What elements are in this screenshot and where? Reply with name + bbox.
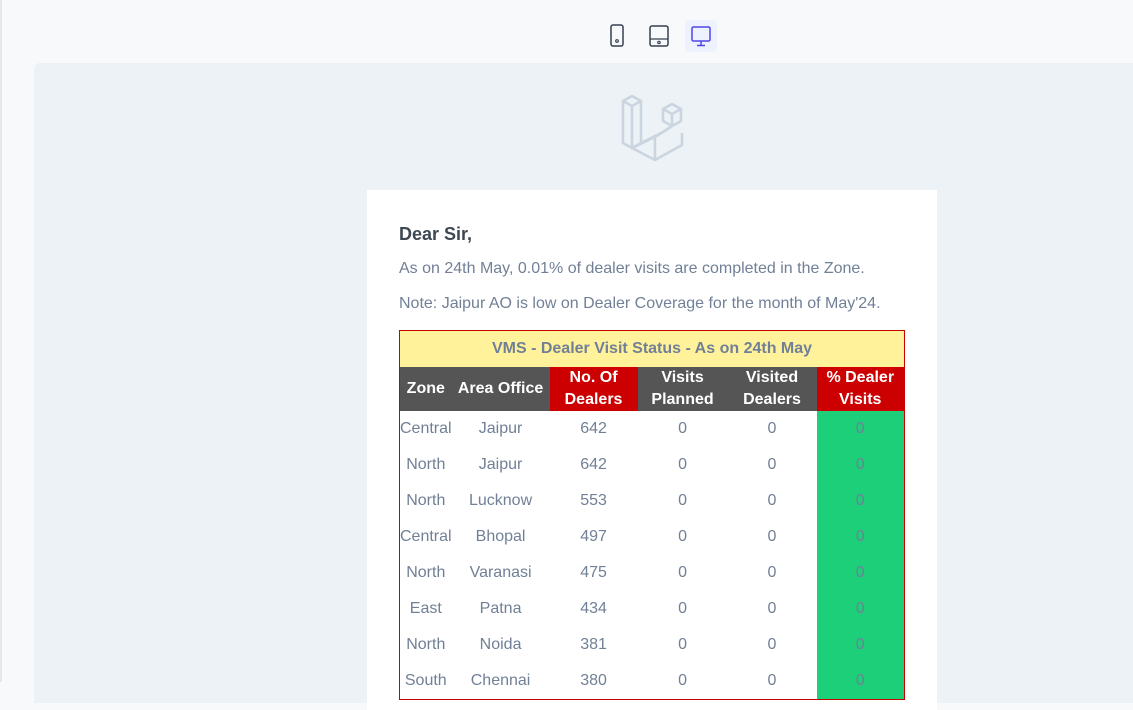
cell-visited: 0 bbox=[767, 528, 777, 545]
cell-dealers: 381 bbox=[580, 636, 607, 653]
header-line: Dealers bbox=[743, 391, 801, 408]
mobile-view-button[interactable] bbox=[601, 20, 633, 52]
cell-planned: 0 bbox=[678, 672, 687, 689]
desktop-view-button[interactable] bbox=[685, 20, 717, 52]
cell-area-office: Patna bbox=[479, 600, 522, 617]
left-border bbox=[0, 0, 2, 682]
cell-visited: 0 bbox=[767, 564, 777, 581]
header-line: No. Of bbox=[569, 369, 618, 386]
header-line: Planned bbox=[651, 391, 714, 408]
email-body: Dear Sir, As on 24th May, 0.01% of deale… bbox=[367, 190, 937, 710]
table-row: Central Jaipur 642 0 0 0 bbox=[400, 411, 905, 447]
cell-dealers: 642 bbox=[580, 456, 607, 473]
mobile-icon bbox=[610, 24, 624, 47]
cell-planned: 0 bbox=[678, 528, 687, 545]
table-row: South Chennai 380 0 0 0 bbox=[400, 663, 905, 700]
cell-dealers: 553 bbox=[580, 492, 607, 509]
tablet-icon bbox=[649, 25, 669, 47]
cell-zone: North bbox=[406, 564, 446, 581]
cell-pct: 0 bbox=[816, 627, 905, 663]
email-preview-canvas: Dear Sir, As on 24th May, 0.01% of deale… bbox=[34, 63, 1133, 710]
column-header-pct-dealer-visits: % Dealer Visits bbox=[816, 367, 905, 411]
summary-text: As on 24th May, 0.01% of dealer visits a… bbox=[399, 260, 865, 277]
cell-zone: East bbox=[409, 600, 442, 617]
cell-area-office: Jaipur bbox=[478, 420, 523, 437]
laravel-logo bbox=[621, 94, 684, 162]
cell-planned: 0 bbox=[678, 564, 687, 581]
cell-planned: 0 bbox=[678, 492, 687, 509]
header-line: Visited bbox=[745, 369, 799, 386]
cell-planned: 0 bbox=[678, 420, 687, 437]
cell-pct: 0 bbox=[816, 411, 905, 447]
tablet-view-button[interactable] bbox=[643, 20, 675, 52]
table-body: Central Jaipur 642 0 0 0 North Jaipur 642 0 0 0 Nort… bbox=[400, 411, 905, 700]
cell-visited: 0 bbox=[767, 600, 777, 617]
cell-zone: Central bbox=[400, 420, 452, 437]
cell-area-office: Lucknow bbox=[468, 492, 533, 509]
cell-area-office: Bhopal bbox=[475, 528, 526, 545]
table-row: East Patna 434 0 0 0 bbox=[400, 591, 905, 627]
cell-pct: 0 bbox=[816, 519, 905, 555]
cell-pct: 0 bbox=[816, 447, 905, 483]
cell-dealers: 497 bbox=[580, 528, 607, 545]
note-text: Note: Jaipur AO is low on Dealer Coverag… bbox=[399, 295, 881, 312]
header-line: Visits bbox=[661, 369, 704, 386]
cell-zone: North bbox=[406, 636, 446, 653]
cell-planned: 0 bbox=[678, 600, 687, 617]
table-row: Central Bhopal 497 0 0 0 bbox=[400, 519, 905, 555]
cell-pct: 0 bbox=[816, 555, 905, 591]
cell-zone: South bbox=[404, 672, 447, 689]
column-header-visited-dealers: Visited Dealers bbox=[727, 367, 817, 411]
cell-dealers: 475 bbox=[580, 564, 607, 581]
cell-pct: 0 bbox=[816, 483, 905, 519]
cell-pct: 0 bbox=[816, 591, 905, 627]
cell-visited: 0 bbox=[767, 672, 777, 689]
column-header-zone: Zone bbox=[399, 367, 452, 411]
greeting: Dear Sir, bbox=[399, 224, 473, 244]
table-row: North Varanasi 475 0 0 0 bbox=[400, 555, 905, 591]
table-row: North Jaipur 642 0 0 0 bbox=[400, 447, 905, 483]
cell-area-office: Noida bbox=[479, 636, 522, 653]
header-line: % Dealer bbox=[826, 369, 895, 386]
desktop-icon bbox=[691, 26, 711, 47]
header-line: Visits bbox=[839, 391, 882, 408]
cell-pct: 0 bbox=[816, 663, 905, 700]
cell-visited: 0 bbox=[767, 420, 777, 437]
cell-area-office: Varanasi bbox=[469, 564, 532, 581]
table-row: North Noida 381 0 0 0 bbox=[400, 627, 905, 663]
cell-planned: 0 bbox=[678, 636, 687, 653]
cell-dealers: 434 bbox=[580, 600, 607, 617]
column-header-area-office: Area Office bbox=[451, 367, 550, 411]
cell-visited: 0 bbox=[767, 492, 777, 509]
cell-zone: Central bbox=[400, 528, 452, 545]
cell-zone: North bbox=[406, 492, 446, 509]
cell-area-office: Jaipur bbox=[478, 456, 523, 473]
cell-zone: North bbox=[406, 456, 446, 473]
cell-visited: 0 bbox=[767, 456, 777, 473]
header-line: Dealers bbox=[564, 391, 623, 408]
column-header-visits-planned: Visits Planned bbox=[637, 367, 728, 411]
table-row: North Lucknow 553 0 0 0 bbox=[400, 483, 905, 519]
cell-planned: 0 bbox=[678, 456, 687, 473]
cell-dealers: 642 bbox=[580, 420, 607, 437]
device-preview-toolbar bbox=[601, 20, 717, 52]
cell-area-office: Chennai bbox=[470, 672, 531, 689]
dealer-visit-status-table: VMS - Dealer Visit Status - As on 24th M… bbox=[399, 330, 905, 700]
cell-dealers: 380 bbox=[580, 672, 607, 689]
table-title: VMS - Dealer Visit Status - As on 24th M… bbox=[399, 330, 905, 367]
column-header-dealers: No. Of Dealers bbox=[549, 367, 638, 411]
cell-visited: 0 bbox=[767, 636, 777, 653]
